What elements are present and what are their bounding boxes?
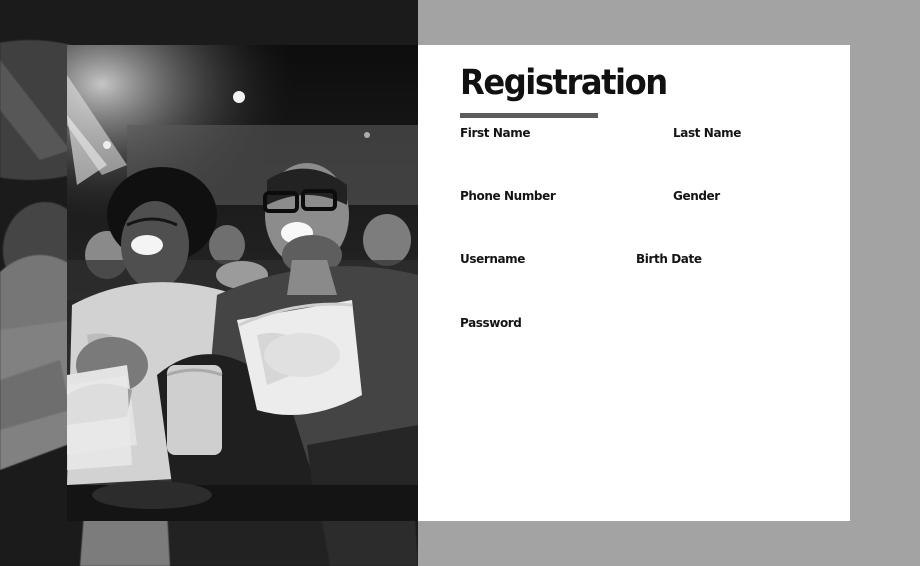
title-underline xyxy=(460,113,598,118)
password-label: Password xyxy=(460,316,522,330)
registration-card: Registration First Name Last Name Phone … xyxy=(418,45,850,521)
birth-date-label: Birth Date xyxy=(636,252,702,266)
phone-number-input[interactable] xyxy=(460,209,650,235)
gender-select[interactable] xyxy=(673,209,833,235)
username-input[interactable] xyxy=(460,272,630,298)
cinema-audience-photo xyxy=(67,45,418,521)
last-name-input[interactable] xyxy=(673,146,833,172)
password-input[interactable] xyxy=(460,336,650,362)
birth-date-input[interactable] xyxy=(636,272,826,298)
username-label: Username xyxy=(460,252,526,266)
gender-label: Gender xyxy=(673,189,720,203)
hero-photo-background xyxy=(0,0,418,566)
first-name-input[interactable] xyxy=(460,146,650,172)
first-name-label: First Name xyxy=(460,126,531,140)
phone-number-label: Phone Number xyxy=(460,189,556,203)
hero-photo xyxy=(67,45,418,521)
last-name-label: Last Name xyxy=(673,126,741,140)
page-title: Registration xyxy=(460,63,668,103)
